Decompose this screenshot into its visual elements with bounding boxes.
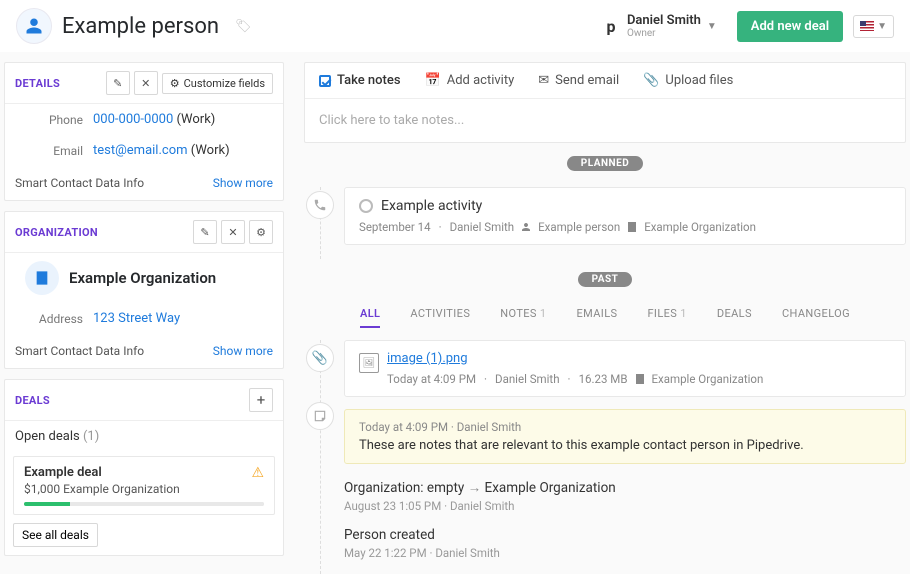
filter-emails[interactable]: EMAILS: [576, 307, 617, 328]
attachment-icon: 📎: [306, 344, 334, 372]
owner-selector[interactable]: p Daniel Smith Owner ▼: [601, 13, 717, 39]
person-icon: [520, 221, 532, 233]
organization-title: ORGANIZATION: [15, 226, 189, 239]
filter-files[interactable]: FILES1: [647, 307, 686, 328]
tag-icon[interactable]: 🏷: [235, 19, 252, 34]
chevron-down-icon: ▼: [877, 21, 887, 32]
deals-title: DEALS: [15, 394, 245, 407]
activity-item[interactable]: Example activity September 14 Daniel Smi…: [344, 187, 906, 245]
deal-progress: [24, 502, 264, 506]
deal-card[interactable]: Example deal $1,000 Example Organization…: [13, 456, 275, 515]
notes-input[interactable]: Click here to take notes...: [305, 99, 905, 142]
note-item[interactable]: Today at 4:09 PM · Daniel Smith These ar…: [344, 409, 906, 464]
show-more-link[interactable]: Show more: [213, 344, 273, 358]
note-icon: [306, 402, 334, 430]
open-deals-row: Open deals (1): [5, 421, 283, 452]
locale-selector[interactable]: ▼: [853, 15, 894, 38]
past-pill: PAST: [578, 272, 633, 287]
add-deal-button[interactable]: +: [249, 388, 273, 412]
arrow-right-icon: →: [468, 480, 482, 496]
organization-card: ORGANIZATION ✎ ✕ ⚙ Example Organization …: [4, 211, 284, 369]
tab-upload-files[interactable]: 📎Upload files: [643, 73, 733, 88]
activity-title: Example activity: [381, 198, 482, 214]
building-icon: [34, 270, 50, 286]
edit-button[interactable]: ✎: [106, 71, 130, 95]
changelog-item: Organization: empty → Example Organizati…: [344, 480, 906, 513]
settings-button[interactable]: ⚙: [249, 220, 273, 244]
email-field: Email test@email.com (Work): [5, 135, 283, 166]
see-all-deals-button[interactable]: See all deals: [13, 523, 98, 547]
building-icon: [634, 373, 646, 385]
smart-contact-label: Smart Contact Data Info: [15, 344, 213, 358]
planned-pill: PLANNED: [567, 156, 643, 171]
phone-link[interactable]: 000-000-0000: [93, 112, 173, 127]
address-link[interactable]: 123 Street Way: [93, 311, 180, 326]
complete-checkbox[interactable]: [359, 199, 373, 213]
building-icon: [626, 221, 638, 233]
email-link[interactable]: test@email.com: [93, 143, 188, 158]
owner-name: Daniel Smith: [627, 13, 701, 28]
filter-tabs: ALL ACTIVITIES NOTES1 EMAILS FILES1 DEAL…: [304, 299, 906, 336]
email-icon: ✉: [538, 73, 549, 88]
deal-name: Example deal: [24, 465, 264, 480]
person-icon: [25, 17, 43, 35]
person-avatar: [16, 8, 52, 44]
smart-contact-label: Smart Contact Data Info: [15, 176, 213, 190]
compose-box: Take notes 📅Add activity ✉Send email 📎Up…: [304, 62, 906, 143]
collapse-button[interactable]: ✕: [221, 220, 245, 244]
tab-send-email[interactable]: ✉Send email: [538, 73, 619, 88]
filter-notes[interactable]: NOTES1: [500, 307, 546, 328]
filter-deals[interactable]: DEALS: [717, 307, 752, 328]
org-row[interactable]: Example Organization: [5, 253, 283, 303]
calendar-icon: 📅: [425, 73, 441, 88]
address-field: Address 123 Street Way: [5, 303, 283, 334]
collapse-button[interactable]: ✕: [134, 71, 158, 95]
chevron-down-icon: ▼: [707, 21, 717, 32]
details-card: DETAILS ✎ ✕ ⚙ Customize fields Phone 000…: [4, 62, 284, 201]
warning-icon: ⚠: [251, 465, 264, 481]
changelog-item: Person created May 22 1:22 PM · Daniel S…: [344, 527, 906, 560]
gear-icon: ⚙: [170, 77, 180, 90]
call-icon: [306, 191, 334, 219]
filter-activities[interactable]: ACTIVITIES: [410, 307, 470, 328]
page-header: Example person 🏷 p Daniel Smith Owner ▼ …: [0, 0, 910, 52]
tab-take-notes[interactable]: Take notes: [319, 73, 401, 88]
edit-button[interactable]: ✎: [193, 220, 217, 244]
deals-card: DEALS + Open deals (1) Example deal $1,0…: [4, 379, 284, 556]
attachment-icon: 📎: [643, 73, 659, 88]
add-new-deal-button[interactable]: Add new deal: [737, 11, 843, 42]
flag-us-icon: [860, 21, 874, 31]
file-item[interactable]: 🖼 image (1).png Today at 4:09 PM Daniel …: [344, 340, 906, 397]
checkbox-icon: [319, 75, 331, 87]
owner-role: Owner: [627, 28, 701, 39]
org-avatar: [25, 261, 59, 295]
note-body: These are notes that are relevant to thi…: [359, 438, 891, 453]
customize-fields-button[interactable]: ⚙ Customize fields: [162, 73, 273, 94]
phone-field: Phone 000-000-0000 (Work): [5, 104, 283, 135]
pipedrive-logo-icon: p: [601, 16, 621, 36]
show-more-link[interactable]: Show more: [213, 176, 273, 190]
filter-changelog[interactable]: CHANGELOG: [782, 307, 850, 328]
page-title: Example person: [62, 14, 219, 39]
image-icon: 🖼: [359, 353, 379, 373]
details-title: DETAILS: [15, 77, 102, 90]
tab-add-activity[interactable]: 📅Add activity: [425, 73, 515, 88]
filter-all[interactable]: ALL: [360, 307, 380, 328]
org-name: Example Organization: [69, 269, 216, 287]
file-name[interactable]: image (1).png: [387, 351, 468, 366]
